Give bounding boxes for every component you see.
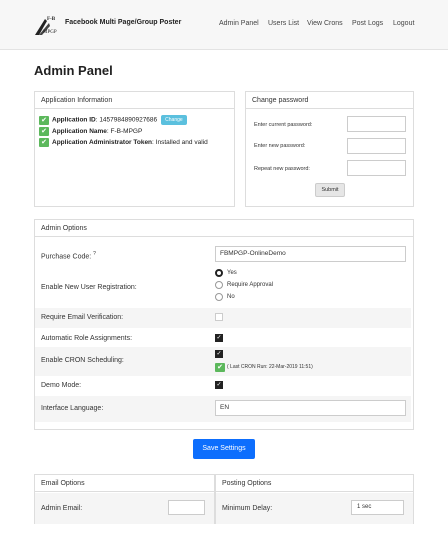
nav-post-logs[interactable]: Post Logs [352,20,383,27]
email-verification-label: Require Email Verification: [41,314,124,321]
admin-email-row: Admin Email: [35,493,214,524]
save-settings-button[interactable]: Save Settings [193,439,255,459]
min-delay-input[interactable]: 1 sec [351,500,404,515]
purchase-code-row: Purchase Code: ? FBMPGP-OnlineDemo [35,242,411,268]
posting-options-panel: Posting Options Minimum Delay: 1 sec [215,474,414,524]
current-password-label: Enter current password: [254,122,313,128]
registration-yes-radio[interactable] [215,269,223,277]
email-verification-checkbox[interactable] [215,313,223,321]
registration-approval-radio[interactable] [215,281,223,289]
cron-row: Enable CRON Scheduling: ✓ ✔ ( Last CRON … [35,347,411,376]
app-token-line: ✔ Application Administrator Token: Instal… [39,138,208,147]
registration-yes-label: Yes [227,270,237,276]
app-logo[interactable]: F-B MPGP [33,15,61,37]
app-token-value: : Installed and valid [152,139,208,147]
app-name-line: ✔ Application Name: F-B-MPGP [39,127,142,136]
demo-mode-checkbox[interactable]: ✓ [215,381,223,389]
submit-password-button[interactable]: Submit [315,183,345,197]
check-icon: ✔ [215,363,225,372]
email-options-panel: Email Options Admin Email: [34,474,215,524]
logo-text-bottom: MPGP [43,30,57,35]
app-token-label: Application Administrator Token [52,139,153,147]
demo-mode-label: Demo Mode: [41,382,82,389]
app-id-line: ✔ Application ID: 1457984890927686 Change [39,115,187,125]
app-id-value: : 1457984890927686 [95,116,158,124]
cron-last-run: ( Last CRON Run: 22-Mar-2019 11:51) [227,364,313,370]
app-id-label: Application ID [52,116,96,124]
help-icon[interactable]: ? [93,251,96,257]
application-info-heading: Application Information [35,92,234,109]
min-delay-label: Minimum Delay: [222,505,273,512]
current-password-input[interactable] [347,116,406,132]
email-verification-row: Require Email Verification: [35,308,411,328]
language-label: Interface Language: [41,405,104,412]
language-row: Interface Language: EN [35,396,411,422]
language-input[interactable]: EN [215,400,406,416]
purchase-code-input[interactable]: FBMPGP-OnlineDemo [215,246,406,262]
application-info-panel: Application Information ✔ Application ID:… [34,91,235,207]
cron-checkbox[interactable]: ✓ [215,350,223,358]
admin-email-input[interactable] [168,500,205,515]
posting-options-heading: Posting Options [216,475,413,492]
registration-no-label: No [227,294,235,300]
demo-mode-row: Demo Mode: ✓ [35,376,411,396]
change-password-panel: Change password Enter current password: … [245,91,414,207]
new-password-input[interactable] [347,138,406,154]
registration-no-radio[interactable] [215,293,223,301]
cron-label: Enable CRON Scheduling: [41,357,124,364]
role-assign-label: Automatic Role Assignments: [41,335,133,342]
change-password-heading: Change password [246,92,413,109]
app-name-value: : F-B-MPGP [106,128,143,136]
repeat-password-input[interactable] [347,160,406,176]
registration-label: Enable New User Registration: [41,284,137,291]
nav-view-crons[interactable]: View Crons [307,20,343,27]
brand-title[interactable]: Facebook Multi Page/Group Poster [65,19,181,26]
nav-admin-panel[interactable]: Admin Panel [219,20,259,27]
new-password-label: Enter new password: [254,143,306,149]
registration-approval-label: Require Approval [227,282,274,288]
admin-email-label: Admin Email: [41,505,83,512]
nav-users-list[interactable]: Users List [268,20,299,27]
change-app-button[interactable]: Change [161,115,187,125]
registration-row: Enable New User Registration: Yes Requir… [35,268,411,310]
check-icon: ✔ [39,138,49,147]
role-assign-checkbox[interactable]: ✓ [215,334,223,342]
email-options-heading: Email Options [35,475,214,492]
nav-logout[interactable]: Logout [393,20,414,27]
app-name-label: Application Name [52,128,107,136]
purchase-code-label: Purchase Code: ? [41,251,96,261]
logo-text-top: F-B [47,17,56,22]
navbar: F-B MPGP Facebook Multi Page/Group Poste… [0,0,448,50]
admin-options-heading: Admin Options [35,220,413,237]
check-icon: ✔ [39,127,49,136]
page-title: Admin Panel [34,63,113,78]
admin-options-panel: Admin Options Purchase Code: ? FBMPGP-On… [34,219,414,430]
repeat-password-label: Repeat new password: [254,166,310,172]
min-delay-row: Minimum Delay: 1 sec [216,493,413,524]
check-icon: ✔ [39,115,49,125]
